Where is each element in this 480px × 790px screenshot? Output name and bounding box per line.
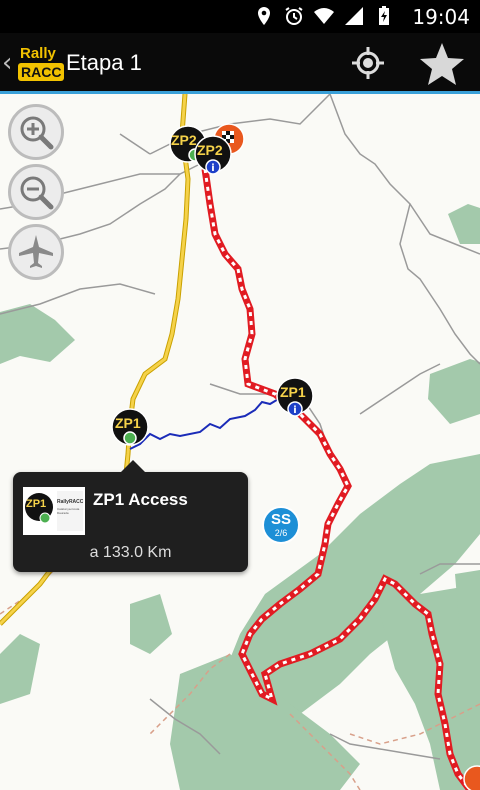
signal-icon [345, 7, 363, 25]
flight-mode-button[interactable] [8, 224, 64, 280]
popup-thumbnail: ZP1 RallyRACC Catalunya-Costa Daurada [23, 487, 85, 535]
special-stage-marker[interactable]: SS 2/6 [262, 506, 300, 544]
zoom-in-button[interactable] [8, 104, 64, 160]
zp1-access-label: ZP1 [115, 415, 141, 431]
location-icon [258, 7, 270, 25]
ss-sub-label: 2/6 [274, 528, 288, 538]
status-bar: 19:04 [0, 0, 480, 33]
back-chevron-icon[interactable]: ‹ [2, 48, 12, 78]
zp2-info-label: ZP2 [197, 142, 223, 158]
popup-thumb-caption-2: Catalunya-Costa Daurada [57, 507, 80, 515]
zp1-access-marker[interactable]: ZP1 [110, 407, 150, 452]
zoom-out-icon [20, 176, 54, 210]
logo-line-2: RACC [18, 63, 65, 81]
rally-racc-logo[interactable]: Rally RACC [18, 45, 65, 83]
wifi-icon [314, 8, 334, 24]
access-route [129, 393, 294, 450]
star-icon[interactable] [418, 41, 466, 87]
page-title: Etapa 1 [66, 50, 142, 75]
alarm-icon [285, 7, 303, 25]
ss-label: SS [270, 511, 291, 528]
stage-end-marker[interactable] [462, 764, 480, 790]
app-bar: ‹ Rally RACC Etapa 1 [0, 33, 480, 94]
popup-distance: a 133.0 Km [89, 544, 172, 561]
info-icon: i [293, 405, 296, 416]
zp1-info-marker[interactable]: i ZP1 [275, 376, 315, 425]
logo-line-1: Rally [20, 45, 56, 62]
popup-title: ZP1 Access [93, 490, 188, 509]
zp1-access-popup[interactable]: ZP1 RallyRACC Catalunya-Costa Daurada ZP… [13, 460, 248, 572]
popup-thumb-label: ZP1 [26, 498, 47, 510]
info-icon: i [211, 163, 214, 174]
airplane-icon [19, 235, 53, 268]
status-time: 19:04 [412, 5, 470, 29]
zoom-out-button[interactable] [8, 164, 64, 220]
battery-charging-icon [379, 6, 389, 25]
status-icons [254, 6, 394, 26]
zp1-info-label: ZP1 [280, 384, 306, 400]
zp2-info-marker[interactable]: i ZP2 [193, 134, 233, 183]
map-canvas[interactable] [0, 94, 480, 790]
map-view[interactable]: ZP2 i ZP2 i ZP1 ZP1 SS 2/6 ZP1 RallyRACC… [0, 94, 480, 790]
crosshair-icon[interactable] [348, 43, 388, 83]
zoom-in-icon [20, 116, 54, 150]
popup-thumb-caption-1: RallyRACC [57, 499, 84, 505]
